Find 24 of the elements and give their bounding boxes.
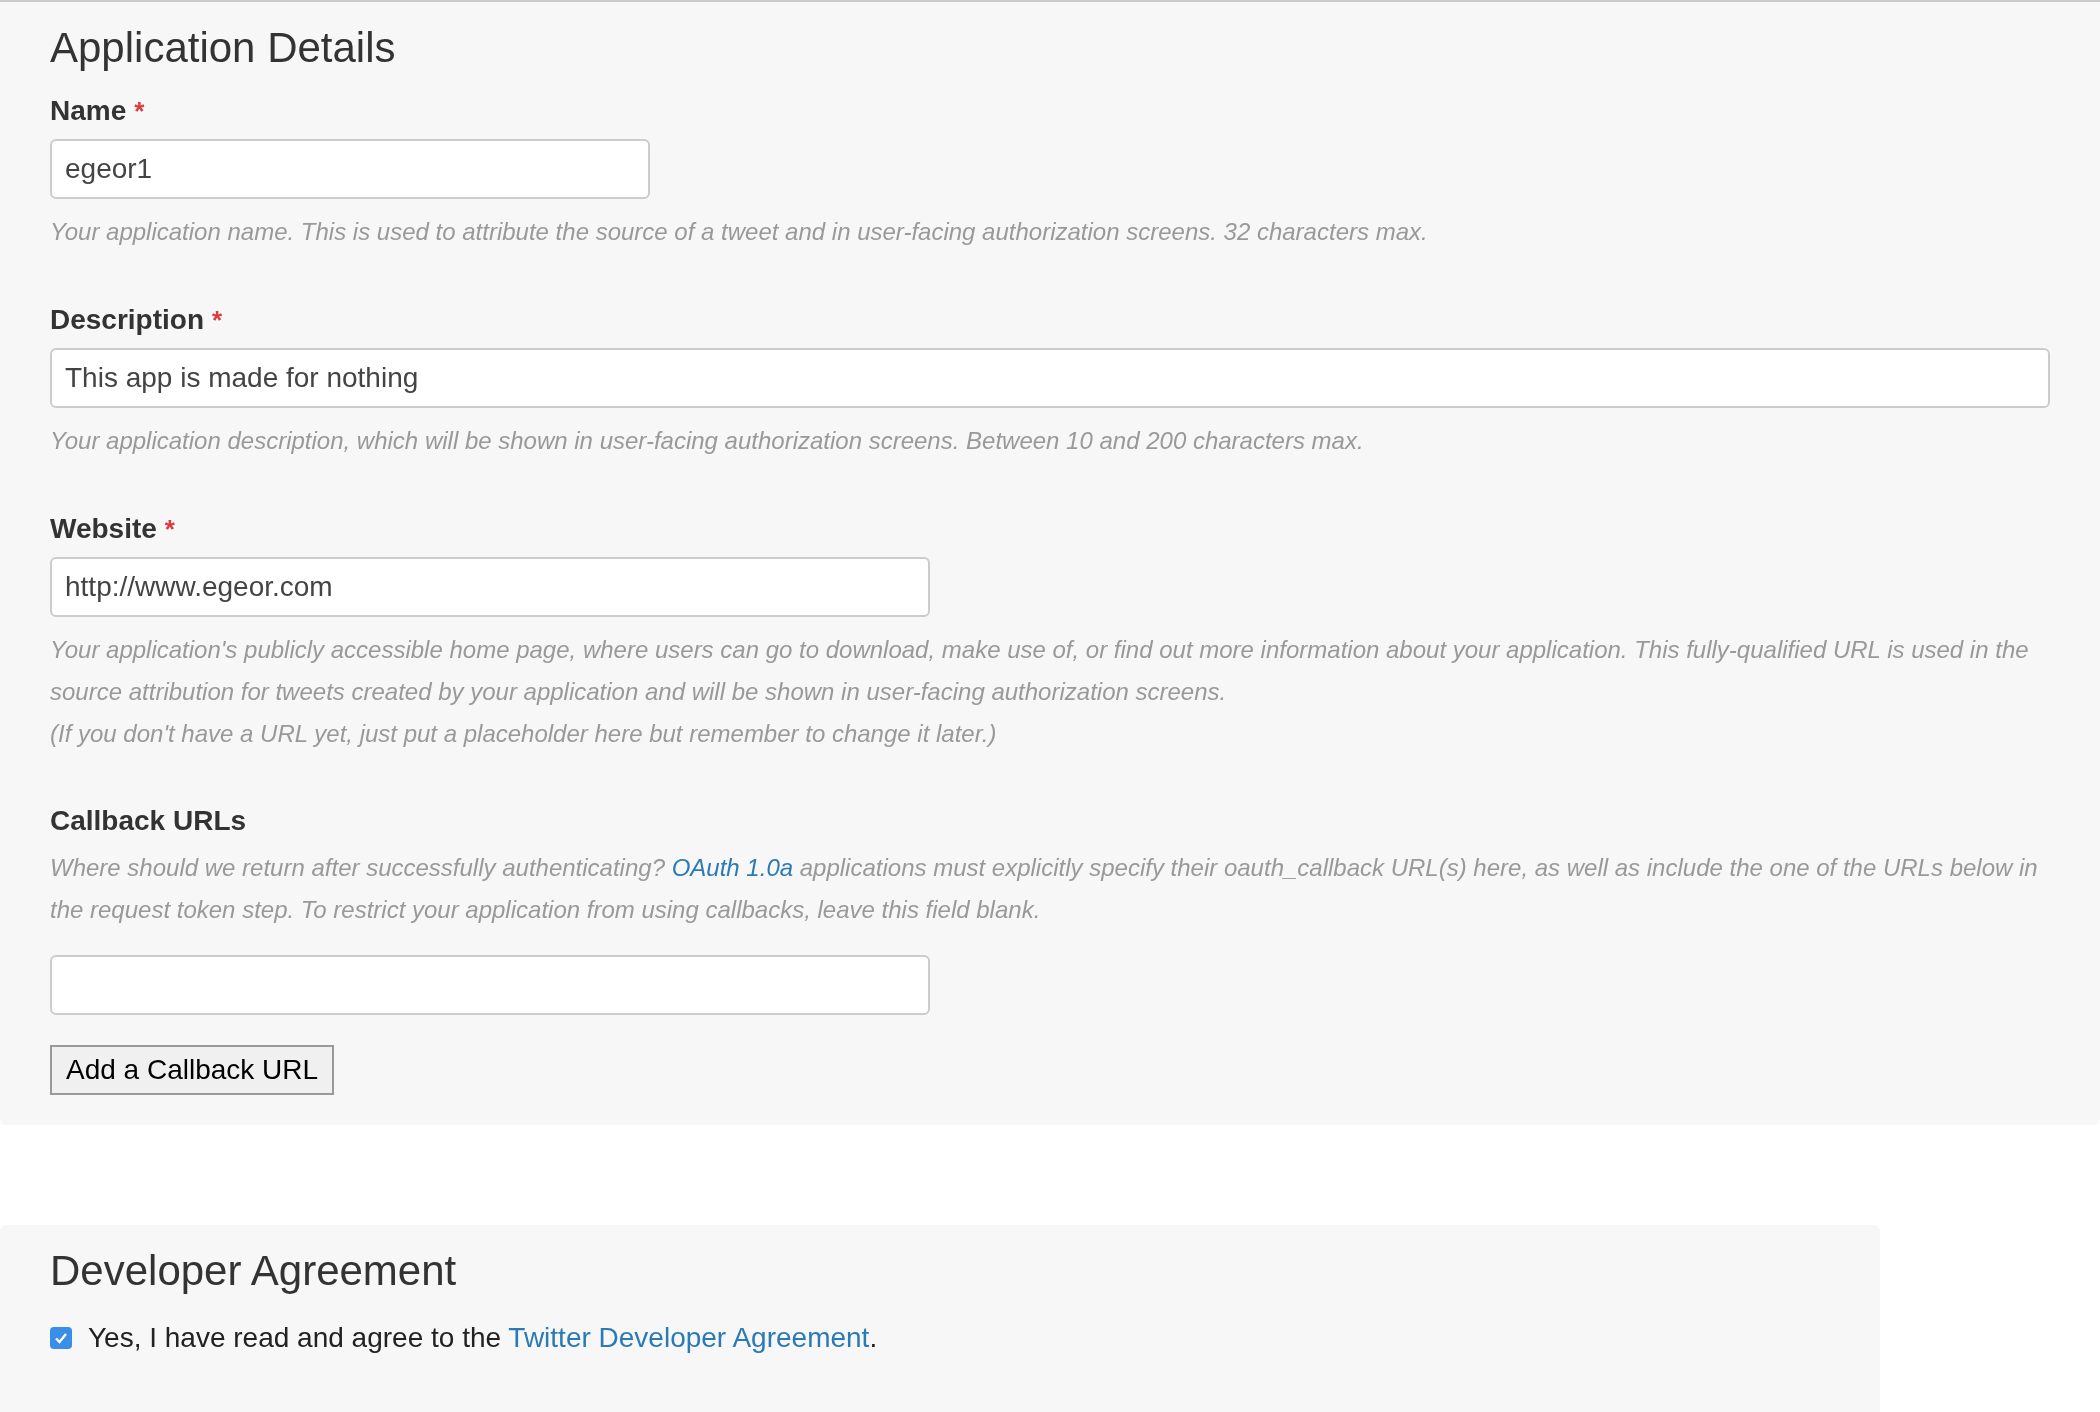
help-text: (If you don't have a URL yet, just put a placeholder here but remember to change it later.) bbox=[50, 719, 998, 749]
required-asterisk: * bbox=[212, 304, 223, 337]
required-asterisk: * bbox=[164, 513, 175, 546]
help-text: Your application description, which will be shown in user-facing authorization screens. Between 10 and 200 characters max. bbox=[50, 426, 1365, 456]
field-label: Callback URLs bbox=[50, 804, 247, 838]
agreement-checkbox[interactable] bbox=[50, 1327, 72, 1349]
field-label: Name bbox=[50, 94, 127, 128]
text-field[interactable] bbox=[50, 955, 930, 1015]
text-field[interactable]: egeor1 bbox=[50, 139, 650, 199]
help-text: Where should we return after successfully authenticating? OAuth 1.0a applications must explicitly specify their oauth_callback URL(s) here, as well as include the one of the URLs below in the request token step. To restrict your application from using callbacks, leave this field blank. bbox=[50, 853, 2039, 925]
field-label: Website bbox=[50, 512, 157, 546]
field-label: Description bbox=[50, 303, 205, 337]
help-text: Your application's publicly accessible home page, where users can go to download, make use of, or find out more information about your application. This fully-qualified URL is used in the source attribution for tweets created by your application and will be shown in user-facing authorization screens. bbox=[50, 635, 2030, 707]
help-text: Your application name. This is used to attribute the source of a tweet and in user-facing authorization screens. 32 characters max. bbox=[50, 217, 1429, 247]
text-field[interactable]: http://www.egeor.com bbox=[50, 557, 930, 617]
section-title: Developer Agreement bbox=[50, 1246, 458, 1296]
section-title: Application Details bbox=[50, 23, 397, 73]
oauth-link[interactable]: OAuth 1.0a bbox=[671, 854, 794, 881]
checkmark-icon bbox=[54, 1331, 68, 1345]
required-asterisk: * bbox=[134, 95, 145, 128]
add-callback-button[interactable]: Add a Callback URL bbox=[50, 1045, 335, 1095]
text-field[interactable]: This app is made for nothing bbox=[50, 348, 2050, 408]
agreement-link[interactable]: Twitter Developer Agreement bbox=[508, 1322, 870, 1353]
agreement-text: Yes, I have read and agree to the Twitter Developer Agreement. bbox=[88, 1321, 878, 1355]
